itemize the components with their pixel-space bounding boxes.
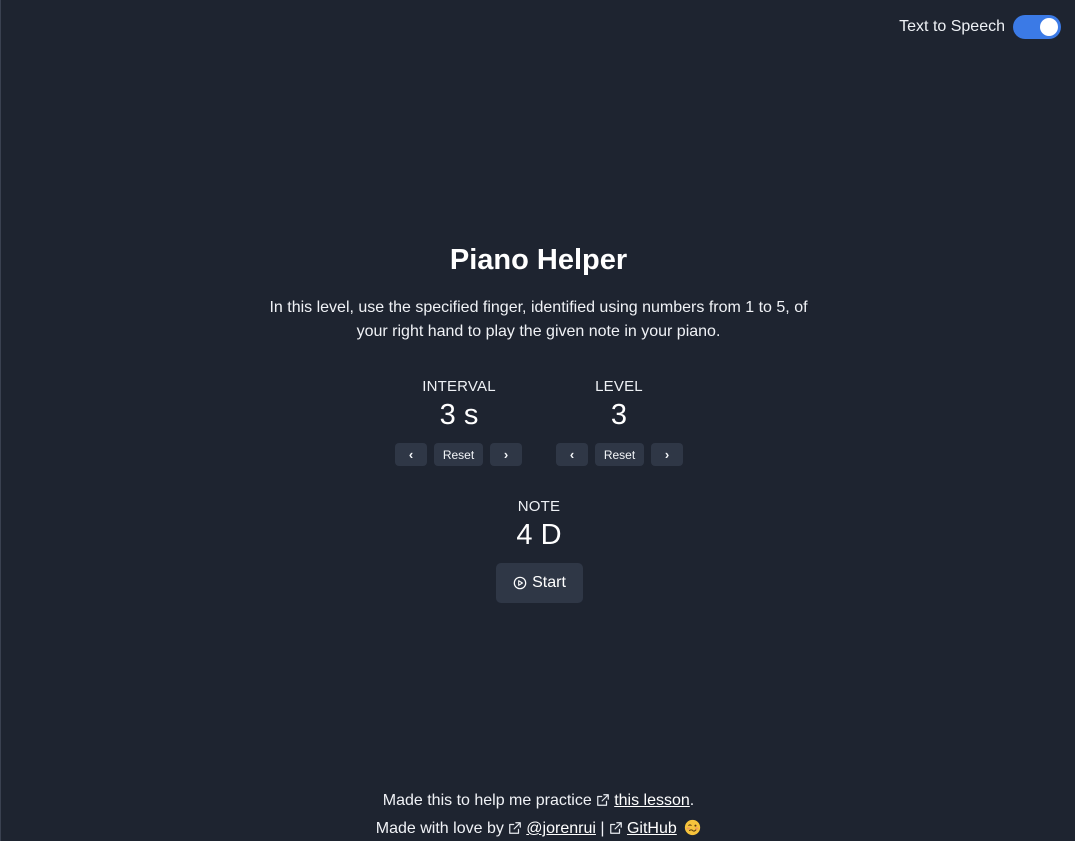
footer-love-text: Made with love by [375,820,504,837]
level-increase-button[interactable]: › [651,443,683,466]
interval-decrease-button[interactable]: ‹ [395,443,427,466]
level-label: LEVEL [595,378,643,395]
interval-increase-button[interactable]: › [490,443,522,466]
tts-toggle[interactable] [1013,15,1061,39]
start-label: Start [532,574,566,591]
play-circle-icon [513,576,527,590]
note-value: 4 D [516,519,562,551]
footer-practice-text: Made this to help me practice [382,792,592,809]
start-button[interactable]: Start [496,563,583,603]
tts-label: Text to Speech [899,18,1005,35]
woozy-face-icon [685,819,701,836]
footer: Made this to help me practice this lesso… [1,787,1075,841]
level-stat: LEVEL 3 [539,378,699,432]
interval-reset-button[interactable]: Reset [434,443,483,466]
level-reset-button[interactable]: Reset [595,443,644,466]
footer-line-2: Made with love by @jorenrui | GitHub [1,815,1075,841]
level-description: In this level, use the specified finger,… [1,296,1075,344]
footer-line-1: Made this to help me practice this lesso… [1,787,1075,815]
external-link-icon [509,822,522,834]
level-value: 3 [610,399,628,431]
app-page: Text to Speech Piano Helper In this leve… [0,0,1075,841]
level-decrease-button[interactable]: ‹ [556,443,588,466]
note-label: NOTE [517,498,561,515]
interval-label: INTERVAL [422,378,496,395]
lesson-link[interactable]: this lesson [614,792,690,809]
footer-period: . [689,792,695,809]
interval-stat: INTERVAL 3 s [379,378,539,432]
note-stat: NOTE 4 D [459,498,619,552]
description-line-1: In this level, use the specified finger,… [269,299,808,316]
tts-toggle-knob [1040,18,1058,36]
page-title: Piano Helper [449,244,628,276]
tts-control: Text to Speech [899,15,1061,39]
author-link[interactable]: @jorenrui [526,820,596,837]
interval-controls: ‹ Reset › [395,443,522,466]
interval-value: 3 s [439,399,479,431]
github-link[interactable]: GitHub [627,820,677,837]
description-line-2: your right hand to play the given note i… [356,323,721,340]
level-controls: ‹ Reset › [556,443,683,466]
footer-separator: | [600,820,605,837]
external-link-icon [597,794,610,806]
external-link-icon [610,822,622,834]
